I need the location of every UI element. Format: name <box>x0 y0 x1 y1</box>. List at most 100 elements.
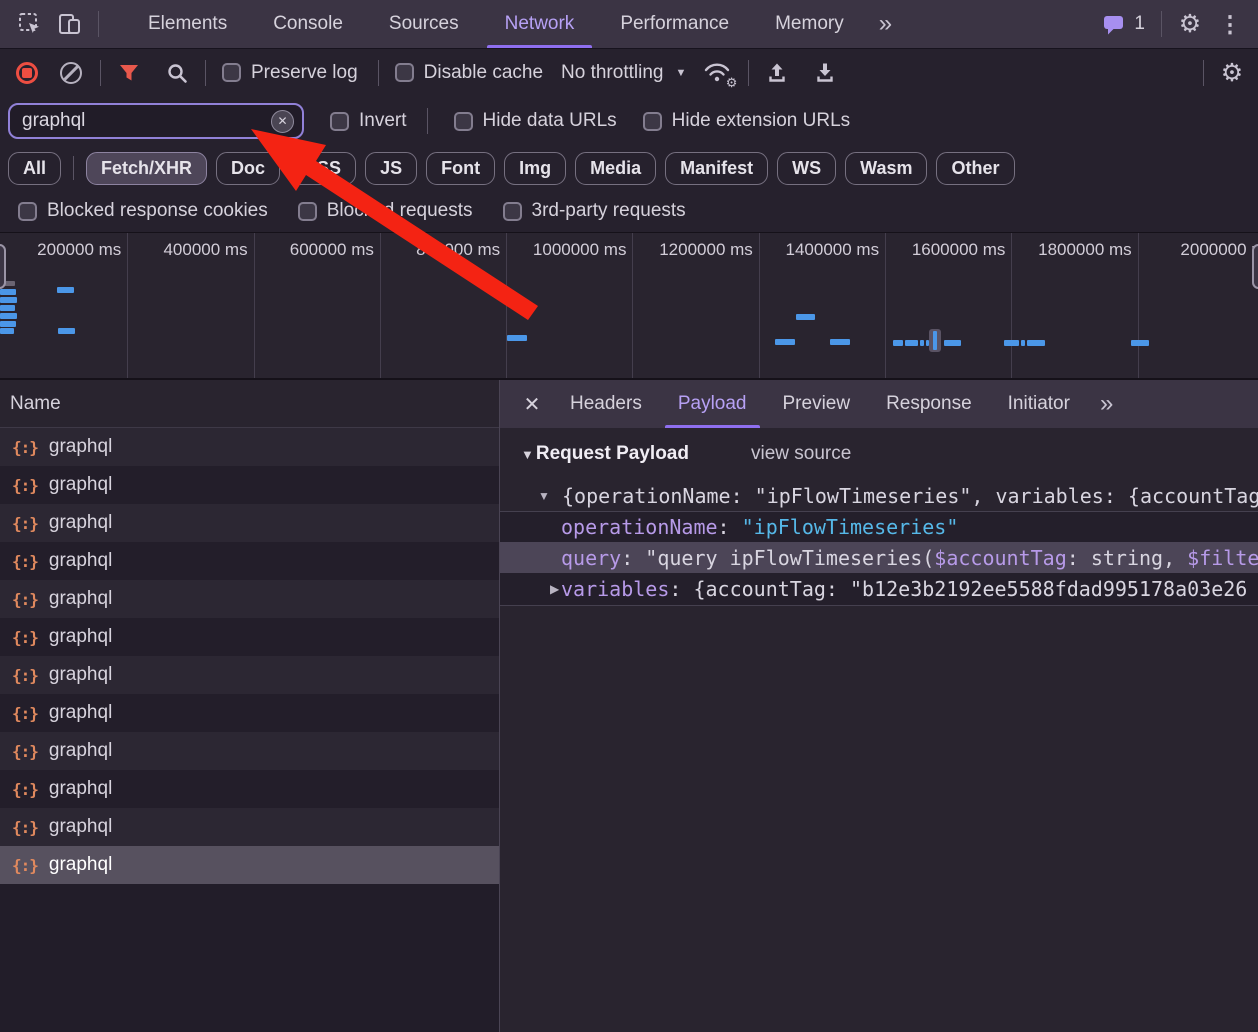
request-row[interactable]: {:}graphql <box>0 618 499 656</box>
tab-console[interactable]: Console <box>250 0 366 48</box>
blocked-response-cookies-checkbox[interactable]: Blocked response cookies <box>18 200 268 222</box>
device-toolbar-button[interactable] <box>50 0 90 48</box>
request-row[interactable]: {:}graphql <box>0 732 499 770</box>
checkbox-box[interactable] <box>330 112 349 131</box>
request-row[interactable]: {:}graphql <box>0 428 499 466</box>
divider <box>427 108 428 134</box>
request-row[interactable]: {:}graphql <box>0 504 499 542</box>
network-settings-button[interactable]: ⚙ <box>1212 49 1252 97</box>
tab-performance[interactable]: Performance <box>597 0 752 48</box>
preserve-log-checkbox[interactable]: Preserve log <box>222 62 358 84</box>
details-tab-preview[interactable]: Preview <box>765 380 869 428</box>
details-tab-payload[interactable]: Payload <box>660 380 765 428</box>
main-menu-button[interactable]: ⋮ <box>1210 0 1250 48</box>
more-details-tabs-button[interactable]: » <box>1088 390 1125 418</box>
checkbox-box[interactable] <box>454 112 473 131</box>
overview-request-bar <box>58 328 75 334</box>
clear-network-log-button[interactable] <box>60 62 82 84</box>
settings-button[interactable]: ⚙ <box>1170 0 1210 48</box>
filter-pill-media[interactable]: Media <box>575 152 656 185</box>
chevrons-icon: » <box>879 10 892 37</box>
overview-request-bar <box>775 339 795 345</box>
disable-cache-checkbox[interactable]: Disable cache <box>395 62 543 84</box>
export-har-button[interactable] <box>805 49 845 97</box>
details-tab-response[interactable]: Response <box>868 380 990 428</box>
filter-input[interactable] <box>14 110 271 132</box>
hide-extension-urls-checkbox[interactable]: Hide extension URLs <box>643 110 850 132</box>
checkbox-box[interactable] <box>503 202 522 221</box>
request-row[interactable]: {:}graphql <box>0 694 499 732</box>
devtools-window: ElementsConsoleSourcesNetworkPerformance… <box>0 0 1258 1032</box>
request-rows: {:}graphql{:}graphql{:}graphql{:}graphql… <box>0 428 499 1032</box>
filter-pill-manifest[interactable]: Manifest <box>665 152 768 185</box>
braces-icon: {:} <box>12 628 38 647</box>
throttling-dropdown[interactable]: No throttling ▼ <box>561 62 686 84</box>
checkbox-box[interactable] <box>395 63 414 82</box>
request-row[interactable]: {:}graphql <box>0 808 499 846</box>
3rd-party-requests-checkbox[interactable]: 3rd-party requests <box>503 200 686 222</box>
tab-sources[interactable]: Sources <box>366 0 482 48</box>
invert-checkbox[interactable]: Invert <box>330 110 407 132</box>
filter-pill-css[interactable]: CSS <box>289 152 356 185</box>
request-payload-section-header[interactable]: ▼ Request Payload view source <box>500 428 1258 480</box>
overview-request-bar <box>796 314 815 320</box>
payload-tree-row[interactable]: operationName: "ipFlowTimeseries" <box>500 511 1258 542</box>
tab-memory[interactable]: Memory <box>752 0 867 48</box>
overview-left-handle[interactable] <box>0 244 6 289</box>
network-overview-timeline[interactable]: 200000 ms400000 ms600000 ms800000 ms1000… <box>0 232 1258 380</box>
payload-tree-row[interactable]: query: "query ipFlowTimeseries($accountT… <box>500 542 1258 573</box>
request-row[interactable]: {:}graphql <box>0 580 499 618</box>
inspect-element-button[interactable] <box>10 0 50 48</box>
request-row[interactable]: {:}graphql <box>0 846 499 884</box>
blocked-requests-checkbox[interactable]: Blocked requests <box>298 200 473 222</box>
filter-pill-wasm[interactable]: Wasm <box>845 152 927 185</box>
tab-elements[interactable]: Elements <box>125 0 250 48</box>
payload-tree-row[interactable]: ▶variables: {accountTag: "b12e3b2192ee55… <box>500 573 1258 606</box>
network-conditions-button[interactable]: ⚙ <box>702 58 734 88</box>
overview-request-bar <box>0 328 14 334</box>
braces-icon: {:} <box>12 476 38 495</box>
filter-pill-js[interactable]: JS <box>365 152 417 185</box>
expanded-triangle-icon[interactable]: ▼ <box>521 447 534 462</box>
payload-tree-row[interactable]: ▼{operationName: "ipFlowTimeseries", var… <box>500 480 1258 511</box>
hide-data-urls-checkbox[interactable]: Hide data URLs <box>454 110 617 132</box>
filter-pill-ws[interactable]: WS <box>777 152 836 185</box>
filter-pill-all[interactable]: All <box>8 152 61 185</box>
filter-pill-doc[interactable]: Doc <box>216 152 280 185</box>
filter-toggle-button[interactable] <box>109 49 149 97</box>
details-tab-headers[interactable]: Headers <box>552 380 660 428</box>
import-har-button[interactable] <box>757 49 797 97</box>
clear-filter-button[interactable]: ✕ <box>271 110 294 133</box>
expanded-triangle-icon[interactable]: ▼ <box>538 489 550 503</box>
filter-pill-font[interactable]: Font <box>426 152 495 185</box>
collapsed-triangle-icon[interactable]: ▶ <box>550 582 559 596</box>
issues-button[interactable]: 1 <box>1094 13 1153 35</box>
filter-pill-fetch-xhr[interactable]: Fetch/XHR <box>86 152 207 185</box>
checkbox-label: 3rd-party requests <box>532 200 686 222</box>
details-tab-initiator[interactable]: Initiator <box>990 380 1088 428</box>
filter-pill-img[interactable]: Img <box>504 152 566 185</box>
three-dots-icon: ⋮ <box>1219 11 1242 38</box>
checkbox-box[interactable] <box>643 112 662 131</box>
request-row[interactable]: {:}graphql <box>0 466 499 504</box>
view-source-link[interactable]: view source <box>751 443 851 465</box>
record-network-log-button[interactable] <box>16 62 38 84</box>
gear-icon: ⚙ <box>1221 58 1243 88</box>
request-row[interactable]: {:}graphql <box>0 656 499 694</box>
request-payload-title: Request Payload <box>536 443 689 465</box>
more-panels-button[interactable]: » <box>867 10 904 38</box>
checkbox-box[interactable] <box>222 63 241 82</box>
overview-right-handle[interactable] <box>1252 244 1258 289</box>
request-row[interactable]: {:}graphql <box>0 770 499 808</box>
payload-text-segment: $filte <box>1187 546 1258 570</box>
checkbox-box[interactable] <box>18 202 37 221</box>
gear-icon: ⚙ <box>1179 9 1201 39</box>
request-row[interactable]: {:}graphql <box>0 542 499 580</box>
name-column-header[interactable]: Name <box>0 380 499 428</box>
filter-input-box[interactable]: ✕ <box>8 103 304 139</box>
tab-network[interactable]: Network <box>482 0 598 48</box>
checkbox-box[interactable] <box>298 202 317 221</box>
close-details-button[interactable]: ✕ <box>512 380 552 428</box>
search-button[interactable] <box>157 49 197 97</box>
filter-pill-other[interactable]: Other <box>936 152 1014 185</box>
